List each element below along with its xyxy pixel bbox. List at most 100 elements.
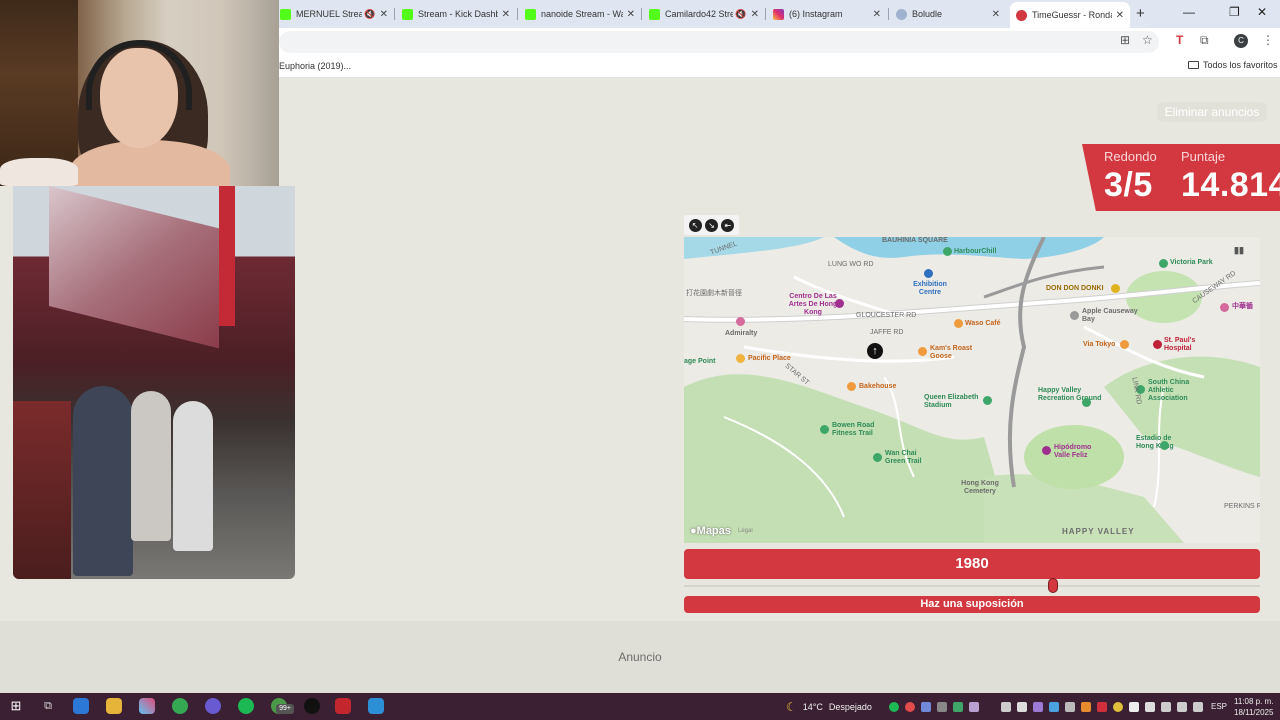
bookmark-star-icon[interactable]: ☆ — [1142, 33, 1153, 47]
extensions-puzzle-icon[interactable]: ⧉ — [1200, 33, 1209, 48]
profile-avatar[interactable]: C — [1234, 34, 1248, 48]
extension-icon[interactable]: T — [1176, 33, 1183, 47]
spotify-icon[interactable] — [238, 698, 254, 714]
windows-start-icon[interactable]: ⊞ — [8, 698, 24, 714]
tray-icon[interactable] — [1097, 702, 1107, 712]
pin-toggle-icon[interactable]: ⇤ — [721, 218, 735, 232]
close-icon[interactable]: ✕ — [627, 9, 635, 20]
close-icon[interactable]: ✕ — [873, 9, 881, 20]
map-poi-pin — [1082, 398, 1091, 407]
tray-icon[interactable] — [1065, 702, 1075, 712]
tab-boludle[interactable]: Boludle ✕ — [890, 4, 1006, 24]
map-poi-pin — [1160, 441, 1169, 450]
network-icon[interactable] — [1161, 702, 1171, 712]
language-indicator[interactable]: ESP — [1211, 702, 1227, 711]
chrome-icon[interactable] — [172, 698, 188, 714]
close-icon[interactable]: ✕ — [992, 9, 1000, 20]
map-label: Happy Valley Recreation Ground — [1038, 387, 1102, 402]
map-poi-pin — [847, 382, 856, 391]
tray-icon[interactable] — [1017, 702, 1027, 712]
map-poi-pin — [736, 354, 745, 363]
map-poi-pin — [835, 299, 844, 308]
battery-icon[interactable] — [1193, 702, 1203, 712]
close-icon[interactable]: ✕ — [1116, 10, 1124, 21]
map-label: Centro De Las Artes De Hong Kong — [788, 293, 838, 316]
menu-kebab-icon[interactable]: ⋮ — [1262, 33, 1274, 47]
outlook-icon[interactable] — [73, 698, 89, 714]
guess-button[interactable]: Haz una suposición — [684, 596, 1260, 613]
weather-temp: 14°C — [802, 702, 823, 712]
translate-icon[interactable]: ⊞ — [1120, 33, 1130, 47]
tray-icon[interactable] — [1129, 702, 1139, 712]
map-label: Hipódromo Valle Feliz — [1054, 444, 1092, 459]
minimize-button[interactable]: — — [1183, 5, 1195, 19]
map-legal-link[interactable]: Legal — [738, 528, 753, 534]
close-icon[interactable]: ✕ — [380, 9, 388, 20]
tab-timeguessr[interactable]: TimeGuessr - Ronda ✕ — [1010, 2, 1130, 28]
map-layers-icon[interactable]: ▮▮ — [1234, 246, 1244, 255]
map-label: Pacific Place — [748, 355, 791, 362]
year-slider-track[interactable] — [684, 585, 1260, 587]
tray-icon[interactable] — [969, 702, 979, 712]
tray-icon[interactable] — [1001, 702, 1011, 712]
tab-separator — [394, 8, 395, 20]
file-explorer-icon[interactable] — [106, 698, 122, 714]
collapse-icon[interactable]: ↘ — [704, 218, 718, 232]
tray-icon[interactable] — [1033, 702, 1043, 712]
muted-speaker-icon[interactable]: 🔇 — [735, 9, 746, 20]
tray-discord-icon[interactable] — [921, 702, 931, 712]
muted-speaker-icon[interactable]: 🔇 — [364, 9, 375, 20]
tray-icon[interactable] — [1049, 702, 1059, 712]
tab-mernuel[interactable]: MERNUEL Stream 🔇 ✕ — [274, 4, 394, 24]
location-marker-icon[interactable]: ↑ — [867, 343, 883, 359]
score-value: 14.814 — [1181, 166, 1280, 204]
discord-icon[interactable] — [205, 698, 221, 714]
task-view-icon[interactable]: ⧉ — [40, 698, 56, 714]
close-icon[interactable]: ✕ — [502, 9, 510, 20]
all-bookmarks-button[interactable]: Todos los favoritos — [1188, 60, 1278, 70]
remove-ads-button[interactable]: Eliminar anuncios — [1157, 102, 1267, 122]
year-slider-thumb[interactable] — [1047, 578, 1058, 593]
pedestrian — [73, 386, 133, 576]
close-icon[interactable]: ✕ — [751, 9, 759, 20]
new-tab-button[interactable]: + — [1136, 5, 1145, 22]
address-bar[interactable] — [279, 31, 1159, 53]
close-window-button[interactable]: ✕ — [1257, 5, 1267, 19]
microphone-icon[interactable] — [1145, 702, 1155, 712]
tab-instagram[interactable]: (6) Instagram ✕ — [767, 4, 887, 24]
map-label: South China Athletic Association — [1148, 379, 1190, 402]
app-icon[interactable] — [139, 698, 155, 714]
tray-icon[interactable] — [937, 702, 947, 712]
map-poi-pin — [1111, 284, 1120, 293]
map-poi-pin — [1070, 311, 1079, 320]
tray-spotify-icon[interactable] — [889, 702, 899, 712]
volume-icon[interactable] — [1177, 702, 1187, 712]
voicemeeter-icon[interactable] — [335, 698, 351, 714]
guess-map[interactable]: BAUHINIA SQUARE HarbourChill Victoria Pa… — [684, 237, 1260, 543]
tab-separator — [888, 8, 889, 20]
round-photo[interactable] — [13, 186, 295, 579]
tray-icon[interactable] — [905, 702, 915, 712]
bookmark-item[interactable]: Euphoria (2019)... — [279, 61, 351, 71]
obs-icon[interactable] — [304, 698, 320, 714]
map-poi-pin — [873, 453, 882, 462]
map-label: Queen Elizabeth Stadium — [924, 394, 979, 409]
tab-camilardo[interactable]: Camilardo42 Stre 🔇 ✕ — [643, 4, 765, 24]
tab-nanoide[interactable]: nanoide Stream - Wa ✕ — [519, 4, 641, 24]
globe-icon — [896, 8, 907, 20]
timeguessr-icon — [1016, 9, 1027, 21]
weather-widget[interactable]: ☾ 14°C Despejado — [786, 700, 872, 714]
tray-icon[interactable] — [953, 702, 963, 712]
clock[interactable]: 11:08 p. m. 18/11/2025 — [1234, 696, 1273, 718]
map-label: Hong Kong Cemetery — [961, 480, 999, 495]
tab-title: TimeGuessr - Ronda — [1032, 10, 1112, 20]
notification-badge: 99+ — [276, 704, 294, 714]
tray-icon[interactable] — [1081, 702, 1091, 712]
tab-title: Camilardo42 Stre — [665, 9, 734, 19]
restore-button[interactable]: ❐ — [1229, 5, 1240, 19]
app-icon[interactable] — [368, 698, 384, 714]
expand-icon[interactable]: ↖ — [688, 218, 702, 232]
map-label: DON DON DONKI — [1046, 285, 1104, 292]
tab-kick-dashboard[interactable]: Stream - Kick Dashboard ✕ — [396, 4, 516, 24]
tray-icon[interactable] — [1113, 702, 1123, 712]
